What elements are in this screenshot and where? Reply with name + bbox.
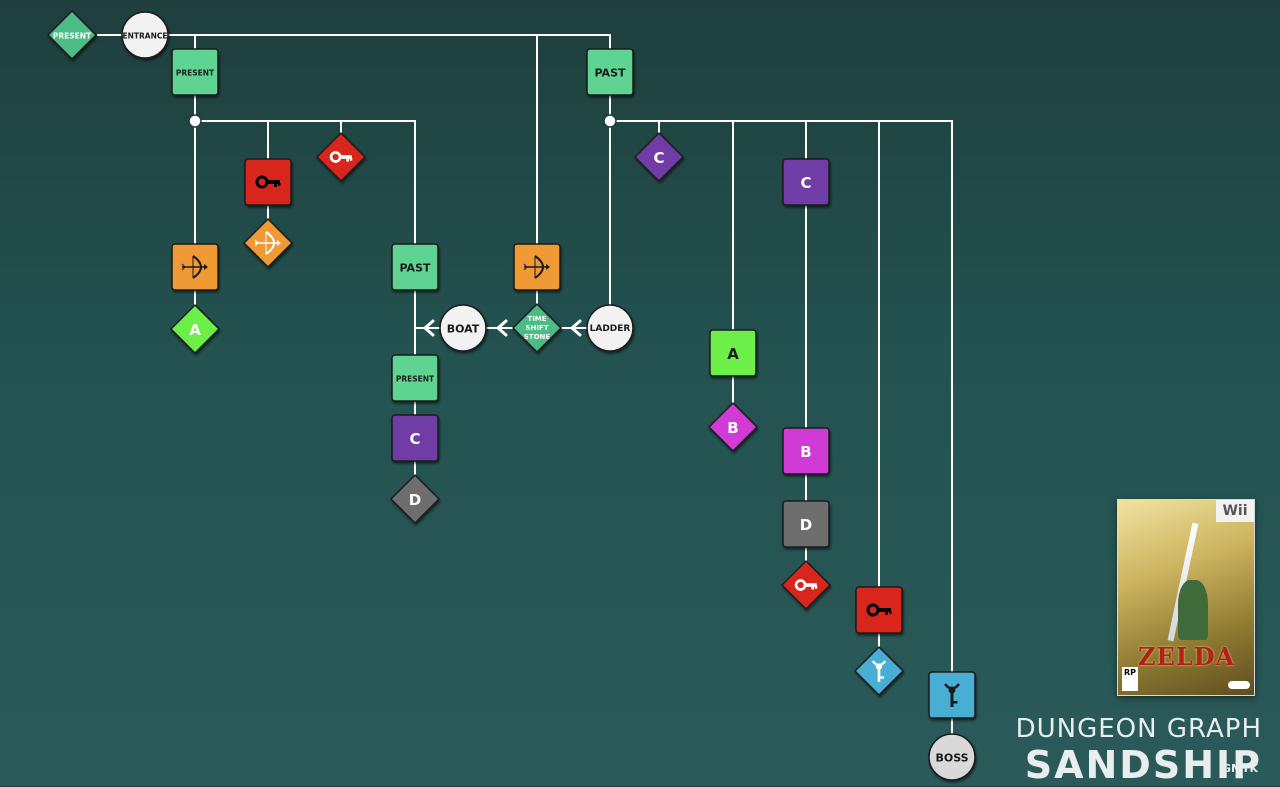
node-label: ENTRANCE bbox=[123, 32, 168, 41]
edge bbox=[168, 34, 611, 49]
node-c-lock-right: C bbox=[782, 158, 830, 206]
node-label: PRESENT bbox=[176, 69, 215, 78]
node-label: C bbox=[800, 174, 811, 192]
node-label: C bbox=[409, 430, 420, 448]
rating-badge: RP bbox=[1122, 667, 1138, 691]
gmtk-watermark: GMTK bbox=[1221, 762, 1258, 775]
node-b-lock: B bbox=[782, 427, 830, 475]
node-past-lock-top: PAST bbox=[586, 48, 634, 96]
node-red-key-left bbox=[316, 132, 366, 182]
edge bbox=[195, 120, 416, 244]
node-label: PRESENT bbox=[53, 32, 92, 41]
node-b-key: B bbox=[708, 402, 758, 452]
node-label: PRESENT bbox=[396, 375, 435, 384]
node-label: D bbox=[800, 516, 812, 534]
node-d-key: D bbox=[390, 474, 440, 524]
node-present-start: PRESENT bbox=[47, 10, 97, 60]
node-bow-item-left bbox=[243, 218, 293, 268]
node-red-key-lock-left bbox=[244, 158, 292, 206]
node-red-key-right bbox=[781, 560, 831, 610]
node-present-lock: PRESENT bbox=[171, 48, 219, 96]
publisher-logo bbox=[1228, 681, 1250, 689]
dungeon-graph: PRESENT ENTRANCEPRESENT PASTAPASTBOATTIMES… bbox=[47, 10, 976, 781]
node-a-lock: A bbox=[709, 329, 757, 377]
hero-illustration bbox=[1178, 580, 1208, 640]
node-label: C bbox=[653, 149, 664, 167]
graph-nodes: PRESENT ENTRANCEPRESENT PASTAPASTBOATTIMES… bbox=[47, 10, 976, 781]
node-d-lock: D bbox=[782, 500, 830, 548]
node-present-lock-mid: PRESENT bbox=[391, 354, 439, 402]
node-label: PAST bbox=[595, 67, 626, 80]
platform-logo: Wii bbox=[1216, 500, 1254, 522]
game-logo: ZELDA bbox=[1138, 642, 1236, 671]
node-entrance: ENTRANCE bbox=[121, 11, 169, 59]
node-label: SHIFT bbox=[525, 324, 548, 332]
node-past-lock-mid: PAST bbox=[391, 243, 439, 291]
node-label: B bbox=[800, 443, 811, 461]
node-a-key-left: A bbox=[170, 304, 220, 354]
node-bow-lock-left bbox=[171, 243, 219, 291]
junction-dot bbox=[603, 114, 617, 128]
node-c-lock-mid: C bbox=[391, 414, 439, 462]
title-block: DUNGEON GRAPH SANDSHIP bbox=[1016, 714, 1262, 786]
node-red-key-lock-right bbox=[855, 586, 903, 634]
node-label: A bbox=[189, 321, 201, 339]
node-label: STONE bbox=[524, 333, 551, 341]
node-boss-key bbox=[854, 646, 904, 696]
node-boss-lock bbox=[928, 671, 976, 719]
node-boss: BOSS bbox=[928, 733, 976, 781]
node-label: BOSS bbox=[935, 752, 968, 765]
game-cover-image: Wii ZELDA RP bbox=[1117, 499, 1255, 696]
junction-dot bbox=[188, 114, 202, 128]
node-c-key: C bbox=[634, 132, 684, 182]
node-bow-lock-mid bbox=[513, 243, 561, 291]
title-line-1: DUNGEON GRAPH bbox=[1015, 714, 1262, 744]
node-label: LADDER bbox=[590, 324, 631, 334]
node-label: B bbox=[727, 419, 738, 437]
node-label: PAST bbox=[400, 262, 431, 275]
node-time-shift-stone: TIMESHIFTSTONE bbox=[512, 303, 562, 353]
node-label: TIME bbox=[527, 315, 546, 323]
node-boat: BOAT bbox=[439, 304, 487, 352]
node-label: A bbox=[727, 345, 739, 363]
node-ladder: LADDER bbox=[586, 304, 634, 352]
node-label: BOAT bbox=[447, 323, 480, 336]
node-label: D bbox=[409, 491, 421, 509]
graph-edges bbox=[97, 34, 953, 734]
